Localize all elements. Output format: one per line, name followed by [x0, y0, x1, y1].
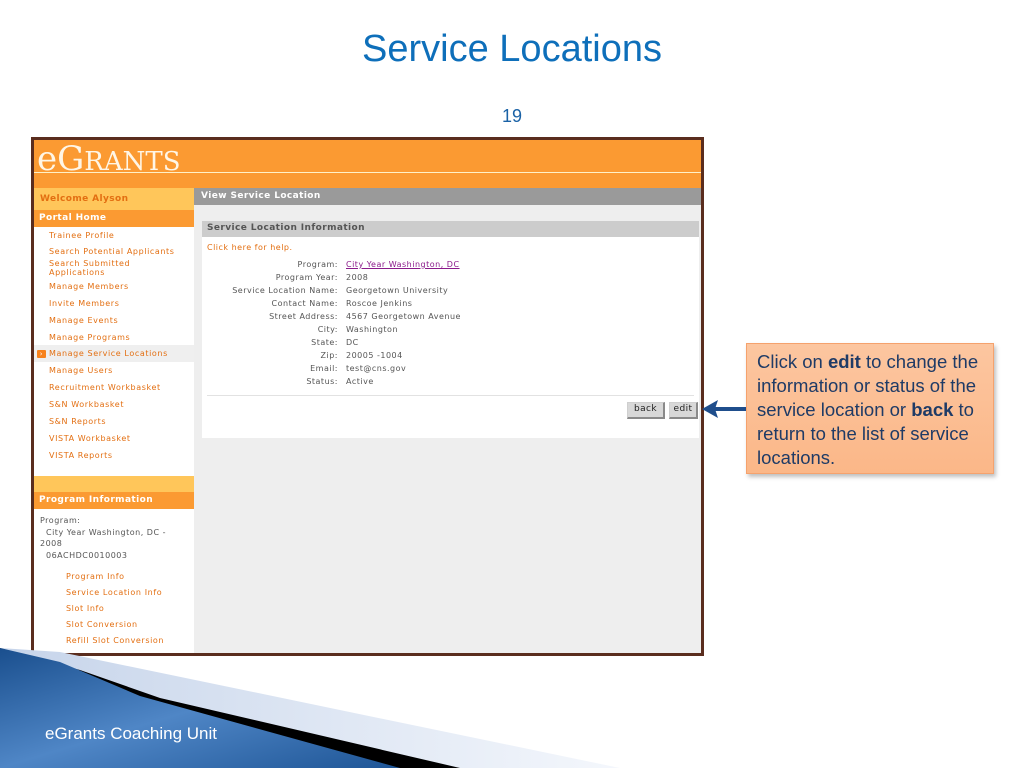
- panel-divider: [207, 395, 694, 396]
- program-label: Program:: [40, 516, 81, 525]
- field-value: Washington: [346, 325, 399, 334]
- egrants-logo: eGRANTS: [37, 139, 181, 179]
- program-link[interactable]: Service Location Info: [34, 585, 194, 601]
- sidebar-item-label: Search Potential Applicants: [49, 246, 175, 256]
- welcome-banner: Welcome Alyson: [34, 188, 194, 210]
- sidebar-item-label: VISTA Workbasket: [49, 434, 131, 443]
- slide-number: 19: [0, 106, 1024, 127]
- sidebar-item-label: Manage Events: [49, 316, 119, 325]
- help-link[interactable]: Click here for help.: [202, 237, 699, 259]
- sidebar-item-label: Manage Users: [49, 366, 113, 375]
- panel-title: Service Location Information: [202, 221, 699, 237]
- footer-swoosh-graphic: [0, 648, 620, 768]
- program-id: 06ACHDC0010003: [46, 550, 128, 560]
- program-name: City Year Washington, DC -: [46, 527, 166, 537]
- field-label: City:: [317, 325, 338, 334]
- field-label: Status:: [306, 377, 338, 386]
- detail-row: Program Year: 2008: [202, 273, 699, 286]
- sidebar-item[interactable]: Manage Users: [34, 362, 194, 379]
- program-information-heading: Program Information: [34, 492, 194, 509]
- sidebar-spacer: [34, 476, 194, 492]
- detail-row: City: Washington: [202, 325, 699, 338]
- detail-row: Program: City Year Washington, DC: [202, 260, 699, 273]
- detail-row: Zip: 20005 -1004: [202, 351, 699, 364]
- field-value: Georgetown University: [346, 286, 449, 295]
- detail-row: State: DC: [202, 338, 699, 351]
- field-label: Service Location Name:: [232, 286, 338, 295]
- footer-label: eGrants Coaching Unit: [45, 724, 217, 743]
- field-label: Email:: [310, 364, 338, 373]
- program-year: 2008: [40, 539, 63, 548]
- program-link[interactable]: Slot Conversion: [34, 617, 194, 633]
- field-label: State:: [311, 338, 338, 347]
- field-value: 2008: [346, 273, 369, 282]
- sidebar-item-label: Trainee Profile: [49, 231, 115, 240]
- app-screenshot-frame: eGRANTS Welcome Alyson Portal Home Train…: [31, 137, 704, 656]
- sidebar-item-label: Search Submitted Applications: [49, 259, 131, 277]
- field-label: Program:: [297, 260, 338, 269]
- sidebar-item-label: Manage Members: [49, 282, 129, 291]
- sidebar-item-label: S&N Workbasket: [49, 400, 125, 409]
- app-header: eGRANTS: [34, 140, 701, 188]
- field-value: 20005 -1004: [346, 351, 403, 360]
- portal-home-link[interactable]: Portal Home: [34, 210, 194, 227]
- sidebar-item[interactable]: Manage Events: [34, 312, 194, 329]
- field-value: Active: [346, 377, 374, 386]
- sidebar-item[interactable]: Search Potential Applicants: [34, 244, 194, 258]
- sidebar-item-label: Manage Programs: [49, 332, 131, 342]
- detail-row: Service Location Name: Georgetown Univers…: [202, 286, 699, 299]
- detail-row: Email: test@cns.gov: [202, 364, 699, 377]
- instruction-callout: Click on edit to change the information …: [746, 343, 994, 474]
- field-label: Street Address:: [269, 312, 338, 321]
- field-value: test@cns.gov: [346, 364, 407, 373]
- sidebar-item-label: VISTA Reports: [49, 451, 113, 460]
- sidebar-item[interactable]: Recruitment Workbasket: [34, 379, 194, 396]
- details-list: Program: City Year Washington, DC Program …: [202, 260, 699, 390]
- field-value: DC: [346, 338, 359, 347]
- edit-keyword: edit: [827, 351, 861, 372]
- sidebar-item[interactable]: S&N Reports: [34, 413, 194, 430]
- pointer-arrow-icon: [702, 400, 750, 418]
- sidebar: Welcome Alyson Portal Home Trainee Profi…: [34, 188, 194, 653]
- program-link[interactable]: Program Info: [34, 569, 194, 585]
- detail-row: Street Address: 4567 Georgetown Avenue: [202, 312, 699, 325]
- sidebar-item-label: S&N Reports: [49, 417, 107, 426]
- sidebar-nav: Trainee Profile Search Potential Applican…: [34, 227, 194, 464]
- field-value: Roscoe Jenkins: [346, 299, 413, 308]
- active-arrow-icon: ›: [37, 349, 46, 358]
- back-keyword: back: [911, 399, 954, 420]
- sidebar-item[interactable]: › Manage Service Locations: [34, 345, 194, 362]
- view-title: View Service Location: [194, 188, 701, 205]
- program-value-link[interactable]: City Year Washington, DC: [346, 260, 460, 273]
- field-label: Zip:: [320, 351, 338, 360]
- back-button[interactable]: back: [627, 402, 665, 419]
- edit-button[interactable]: edit: [669, 402, 698, 419]
- detail-row: Status: Active: [202, 377, 699, 390]
- program-summary: Program: City Year Washington, DC - 2008…: [34, 509, 194, 561]
- sidebar-item-label: Recruitment Workbasket: [49, 383, 161, 392]
- detail-row: Contact Name: Roscoe Jenkins: [202, 299, 699, 312]
- sidebar-item[interactable]: Manage Programs: [34, 329, 194, 345]
- field-label: Program Year:: [275, 273, 338, 282]
- main-content: View Service Location Service Location I…: [194, 188, 701, 653]
- header-divider: [34, 172, 701, 173]
- program-link[interactable]: Slot Info: [34, 601, 194, 617]
- sidebar-item[interactable]: VISTA Workbasket: [34, 430, 194, 447]
- sidebar-item-label: Invite Members: [49, 299, 120, 308]
- slide-title: Service Locations: [362, 28, 662, 70]
- service-location-panel: Service Location Information Click here …: [202, 221, 699, 438]
- sidebar-item[interactable]: Search Submitted Applications: [34, 258, 194, 278]
- field-value: 4567 Georgetown Avenue: [346, 312, 461, 321]
- field-label: Contact Name:: [271, 299, 338, 308]
- sidebar-item[interactable]: Manage Members: [34, 278, 194, 295]
- sidebar-item[interactable]: Trainee Profile: [34, 227, 194, 244]
- sidebar-item[interactable]: Invite Members: [34, 295, 194, 312]
- sidebar-item[interactable]: S&N Workbasket: [34, 396, 194, 413]
- sidebar-item[interactable]: VISTA Reports: [34, 447, 194, 464]
- sidebar-item-label: Manage Service Locations: [49, 349, 168, 358]
- page-number: 19: [501, 106, 523, 126]
